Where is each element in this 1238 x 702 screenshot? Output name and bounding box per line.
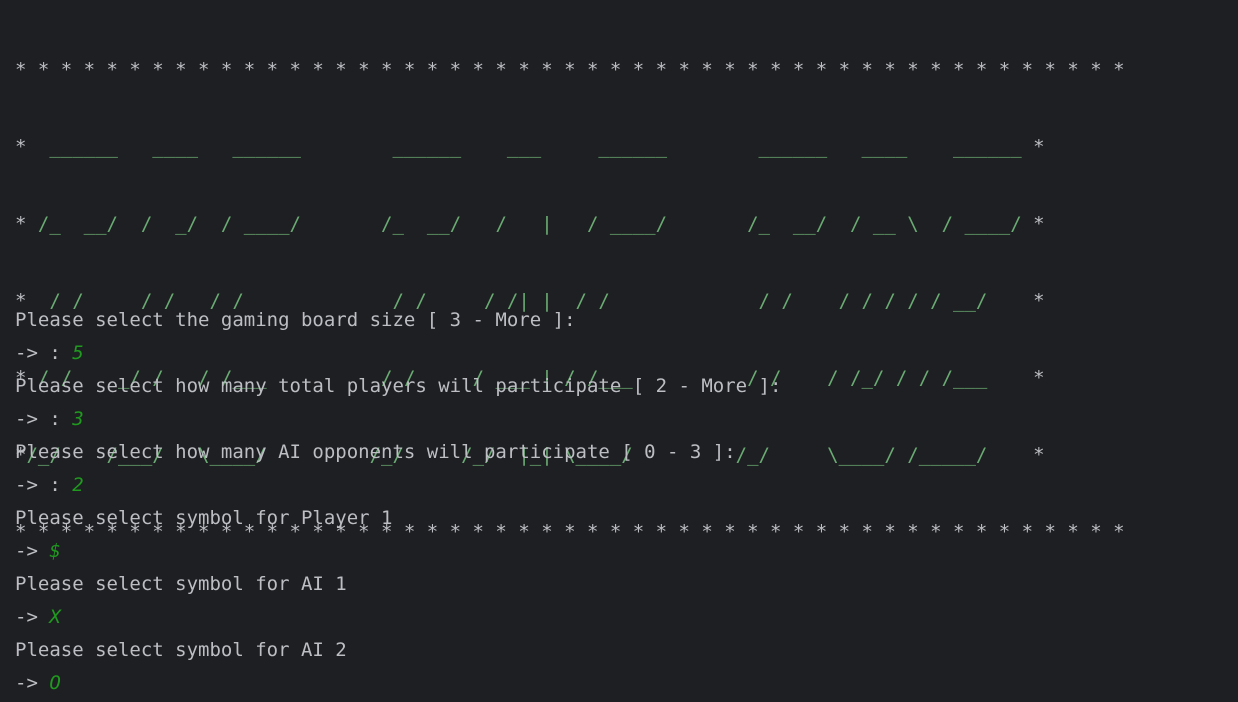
player-1-symbol-input: $ bbox=[49, 540, 61, 562]
input-prompt-arrow: -> : bbox=[15, 408, 73, 430]
total-players-prompt: Please select how many total players wil… bbox=[15, 375, 782, 397]
banner-star-right: * bbox=[1033, 367, 1045, 389]
banner-border-top: * * * * * * * * * * * * * * * * * * * * … bbox=[15, 59, 1125, 81]
ai-1-symbol-input: X bbox=[49, 606, 61, 628]
banner-star-right: * bbox=[1033, 444, 1045, 466]
console-output[interactable]: * * * * * * * * * * * * * * * * * * * * … bbox=[0, 0, 1238, 702]
console-line: -> : 5 bbox=[15, 337, 781, 370]
console-line: Please select the gaming board size [ 3 … bbox=[15, 304, 781, 337]
input-prompt-arrow: -> bbox=[15, 672, 50, 694]
console-session: Please select the gaming board size [ 3 … bbox=[15, 304, 781, 700]
console-line: -> $ bbox=[15, 535, 781, 568]
input-prompt-arrow: -> : bbox=[15, 474, 73, 496]
board-size-prompt: Please select the gaming board size [ 3 … bbox=[15, 309, 576, 331]
ai-opponents-prompt: Please select how many AI opponents will… bbox=[15, 441, 736, 463]
banner-star-right: * bbox=[1033, 136, 1045, 158]
banner-row: * /_ __/ / _/ / ____/ /_ __/ / | / ____/… bbox=[15, 208, 1125, 241]
banner-star-left: * bbox=[15, 213, 27, 235]
input-prompt-arrow: -> bbox=[15, 540, 50, 562]
console-line: Please select symbol for Player 1 bbox=[15, 502, 781, 535]
ai-2-symbol-prompt: Please select symbol for AI 2 bbox=[15, 639, 347, 661]
board-size-input: 5 bbox=[72, 342, 84, 364]
ai-opponents-input: 2 bbox=[72, 474, 84, 496]
banner-art: ______ ____ ______ ______ ___ ______ ___… bbox=[26, 136, 1034, 158]
ai-1-symbol-prompt: Please select symbol for AI 1 bbox=[15, 573, 347, 595]
banner-art: /_ __/ / _/ / ____/ /_ __/ / | / ____/ /… bbox=[26, 213, 1034, 235]
console-line: -> X bbox=[15, 601, 781, 634]
banner-star-right: * bbox=[1033, 213, 1045, 235]
total-players-input: 3 bbox=[72, 408, 84, 430]
player-1-symbol-prompt: Please select symbol for Player 1 bbox=[15, 507, 393, 529]
input-prompt-arrow: -> : bbox=[15, 342, 73, 364]
banner-star-right: * bbox=[1033, 290, 1045, 312]
console-line: Please select symbol for AI 1 bbox=[15, 568, 781, 601]
console-line: -> : 2 bbox=[15, 469, 781, 502]
banner-row: * ______ ____ ______ ______ ___ ______ _… bbox=[15, 131, 1125, 164]
console-line: Please select symbol for AI 2 bbox=[15, 634, 781, 667]
console-line: Please select how many AI opponents will… bbox=[15, 436, 781, 469]
banner-star-left: * bbox=[15, 136, 27, 158]
ai-2-symbol-input: O bbox=[49, 672, 61, 694]
console-line: -> : 3 bbox=[15, 403, 781, 436]
input-prompt-arrow: -> bbox=[15, 606, 50, 628]
console-line: -> O bbox=[15, 667, 781, 700]
console-line: Please select how many total players wil… bbox=[15, 370, 781, 403]
